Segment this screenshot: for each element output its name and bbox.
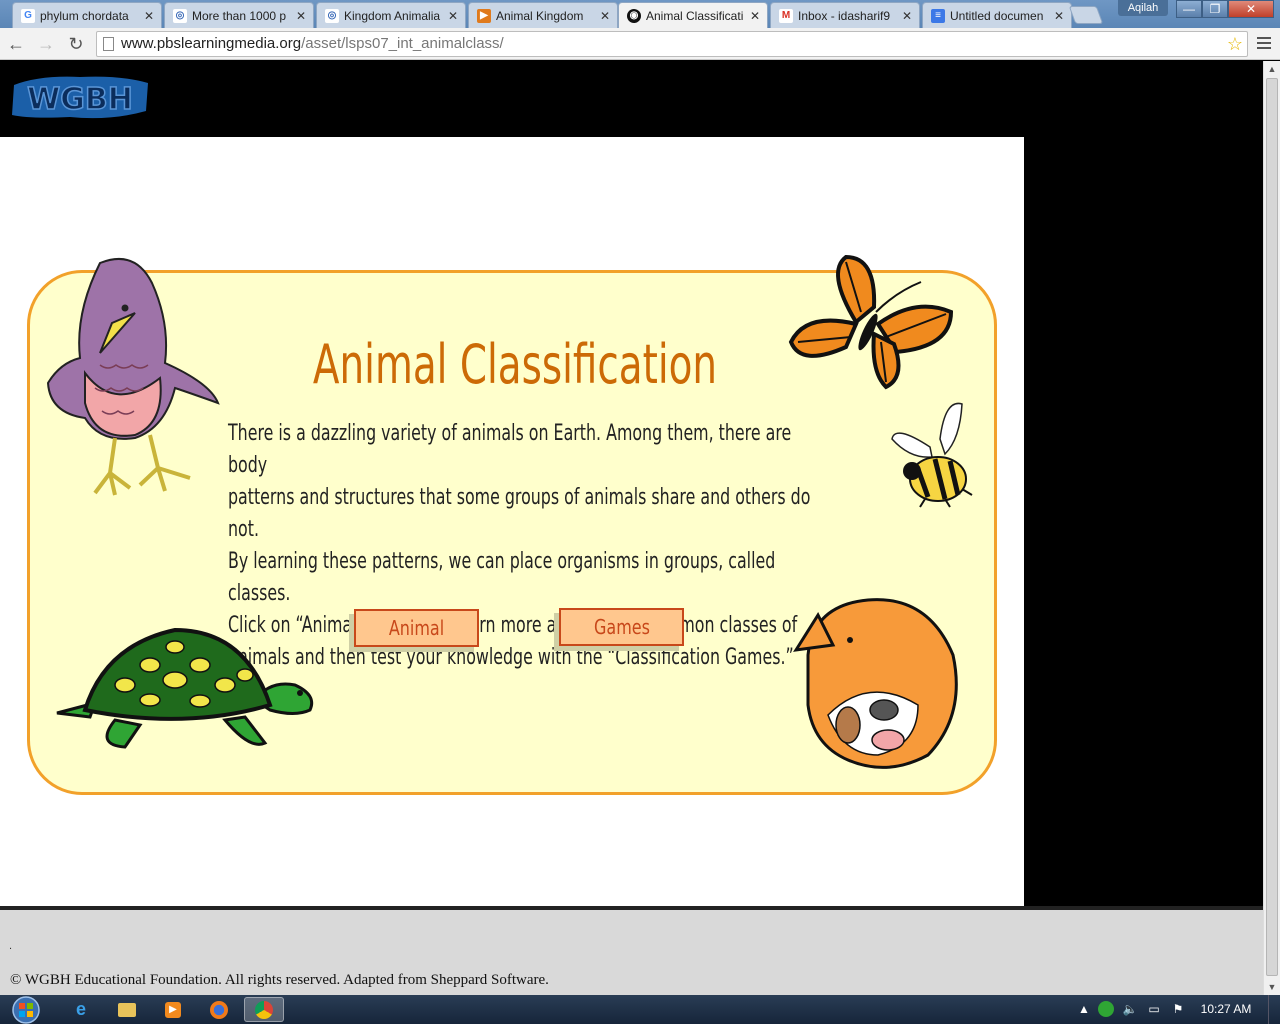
volume-icon[interactable]: 🔈 [1122,1001,1138,1017]
tab-animal-classification[interactable]: ◉ Animal Classificati ✕ [618,2,768,28]
tab-animal-kingdom[interactable]: ▶ Animal Kingdom ✕ [468,2,618,28]
close-tab-icon[interactable]: ✕ [143,9,155,23]
gmail-icon: M [779,8,793,23]
bee-illustration [891,402,973,508]
page-footer: . © WGBH Educational Foundation. All rig… [0,906,1263,995]
activity-stage: Animal Classification There is a dazzlin… [0,137,1024,906]
taskbar-chrome-icon[interactable] [244,997,284,1022]
screen: G phylum chordata ✕ ◎ More than 1000 p ✕… [0,0,1280,1024]
taskbar-firefox-icon[interactable] [200,997,238,1022]
pbs-icon: ◉ [627,8,641,23]
close-tab-icon[interactable]: ✕ [295,9,307,23]
page-title: Animal Classification [312,333,718,396]
tab-inbox[interactable]: M Inbox - idasharif9 ✕ [770,2,920,28]
intro-line: By learning these patterns, we can place… [228,549,776,606]
tab-label: phylum chordata [40,8,129,23]
tab-label: Animal Kingdom [496,8,584,23]
tab-strip: G phylum chordata ✕ ◎ More than 1000 p ✕… [0,0,1280,28]
scroll-up-arrow-icon[interactable]: ▲ [1264,61,1280,77]
start-button-icon[interactable] [4,995,44,1024]
reload-button[interactable]: ↻ [64,32,88,56]
maximize-button[interactable]: ❐ [1202,0,1228,18]
minimize-button[interactable]: — [1176,0,1202,18]
games-label: Games [593,615,650,639]
globe-icon: ◎ [173,8,187,23]
cat-illustration [793,598,958,769]
globe-icon: ◎ [325,8,339,23]
tab-untitled-document[interactable]: ≡ Untitled documen ✕ [922,2,1072,28]
windows-taskbar: e ▶ ▲ 🔈 ▭ ⚑ 10:27 AM [0,995,1280,1024]
close-tab-icon[interactable]: ✕ [447,9,459,23]
menu-icon[interactable] [1254,34,1274,54]
close-window-button[interactable]: ✕ [1228,0,1274,18]
page-header: WGBH [0,61,1263,137]
animal-classes-label: Animal Classes [388,616,445,640]
play-icon: ▶ [477,8,491,23]
taskbar-ie-icon[interactable]: e [62,997,100,1022]
show-desktop-button[interactable] [1268,995,1280,1024]
intro-line: patterns and structures that some groups… [228,485,811,542]
profile-badge[interactable]: Aqilah [1118,0,1168,16]
close-tab-icon[interactable]: ✕ [599,9,611,23]
docs-icon: ≡ [931,8,945,23]
forward-button[interactable]: → [34,32,58,56]
taskbar-clock[interactable]: 10:27 AM [1196,1002,1256,1016]
tab-kingdom-animalia[interactable]: ◎ Kingdom Animalia ✕ [316,2,466,28]
tab-label: Kingdom Animalia [344,8,441,23]
copyright-text: © WGBH Educational Foundation. All right… [10,972,549,988]
taskbar-folder-icon[interactable] [108,997,146,1022]
intro-line: There is a dazzling variety of animals o… [228,421,792,478]
browser-toolbar: ← → ↻ www.pbslearningmedia.org/asset/lsp… [0,28,1280,60]
logo-text: WGBH [27,82,133,117]
tray-expand-icon[interactable]: ▲ [1076,1001,1092,1017]
tab-label: More than 1000 p [192,8,287,23]
tab-more-than-1000[interactable]: ◎ More than 1000 p ✕ [164,2,314,28]
network-icon[interactable]: ▭ [1146,1001,1162,1017]
wgbh-logo[interactable]: WGBH [10,71,150,123]
scrollbar-thumb[interactable] [1266,78,1278,976]
animal-classes-button[interactable]: Animal Classes [354,609,479,647]
tab-label: Inbox - idasharif9 [798,8,891,23]
tab-label: Animal Classificati [646,8,744,23]
back-button[interactable]: ← [4,32,28,56]
games-button[interactable]: Games [559,608,684,646]
footer-dot: . [9,940,13,952]
tab-label: Untitled documen [950,8,1044,23]
bird-illustration [46,258,220,496]
new-tab-button[interactable] [1068,6,1104,24]
scroll-down-arrow-icon[interactable]: ▼ [1264,979,1280,995]
url-path: /asset/lsps07_int_animalclass/ [301,35,504,52]
butterfly-illustration [788,254,954,390]
close-tab-icon[interactable]: ✕ [1053,9,1065,23]
google-icon: G [21,8,35,23]
address-bar[interactable]: www.pbslearningmedia.org/asset/lsps07_in… [96,31,1248,57]
bookmark-star-icon[interactable]: ☆ [1227,32,1243,56]
tray-security-icon[interactable] [1098,1001,1114,1017]
close-tab-icon[interactable]: ✕ [749,9,761,23]
taskbar-media-player-icon[interactable]: ▶ [154,997,192,1022]
url-host: www.pbslearningmedia.org [121,35,302,52]
tab-phylum-chordata[interactable]: G phylum chordata ✕ [12,2,162,28]
turtle-illustration [56,627,314,749]
page-right-margin [1024,137,1263,906]
page-icon [103,37,114,51]
vertical-scrollbar[interactable]: ▲ ▼ [1263,61,1280,995]
action-center-flag-icon[interactable]: ⚑ [1170,1001,1186,1017]
close-tab-icon[interactable]: ✕ [901,9,913,23]
